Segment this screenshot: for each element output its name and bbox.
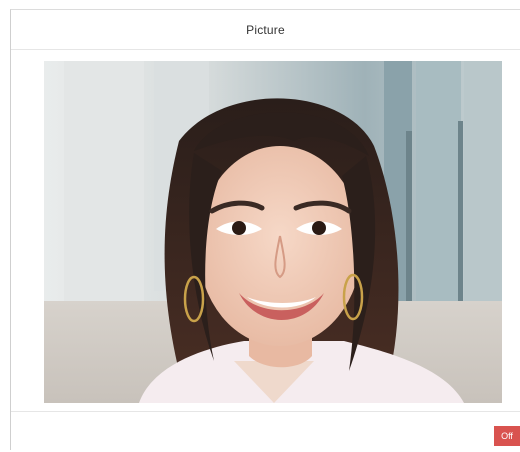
- portrait-photo-image: [44, 61, 502, 403]
- off-button[interactable]: Off: [494, 426, 520, 446]
- portrait-photo: [44, 61, 502, 403]
- dialog-title: Picture: [246, 22, 285, 37]
- picture-dialog: Picture Off: [10, 9, 520, 450]
- dialog-header: Picture: [11, 10, 520, 50]
- dialog-footer: Off: [11, 411, 520, 452]
